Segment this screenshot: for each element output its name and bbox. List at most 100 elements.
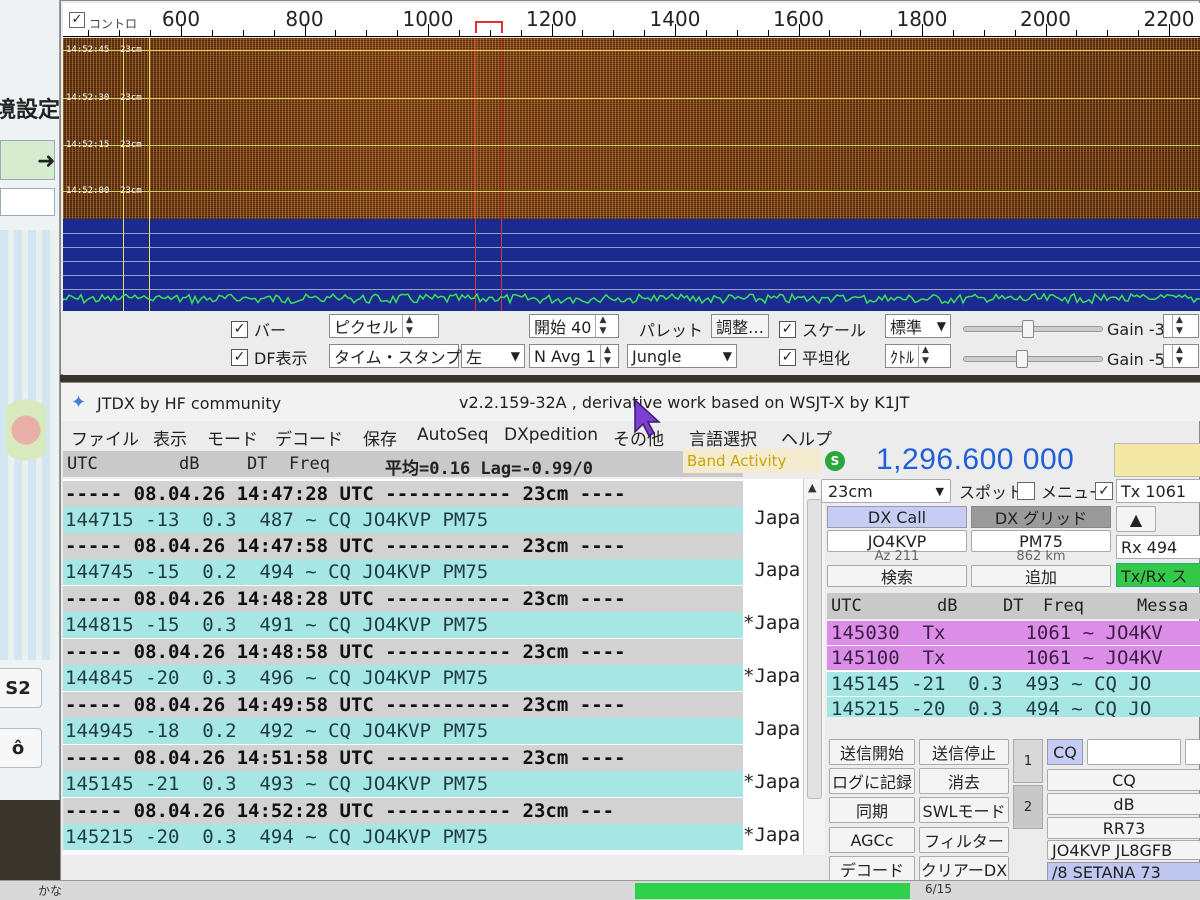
timestamp-label: 14:52:45 — [66, 45, 110, 55]
timestamp-select[interactable]: タイム・スタンプ — [329, 344, 461, 368]
spin-arrows-icon[interactable]: ▲ ▼ — [599, 345, 614, 367]
txrx-button[interactable]: Tx/Rx ス — [1116, 563, 1200, 587]
background-dropdown[interactable] — [0, 188, 55, 216]
decode-button[interactable]: デコード — [829, 856, 915, 882]
bar-toggle[interactable]: ✓ バー — [231, 317, 286, 341]
flatten-toggle[interactable]: ✓ 平坦化 — [779, 345, 850, 369]
log-qso-button[interactable]: ログに記録 — [829, 768, 915, 794]
waterfall-display[interactable]: 14:52:45 23cm 14:52:30 23cm 14:52:15 23c… — [63, 38, 1200, 219]
add-button[interactable]: 追加 — [971, 565, 1111, 587]
menu-help[interactable]: ヘルプ — [781, 425, 832, 450]
decode-row[interactable]: 144715 -13 0.3 487 ~ CQ JO4KVP PM75 — [63, 507, 743, 533]
background-button-a[interactable]: S2 — [0, 668, 42, 708]
spin-arrows-icon[interactable]: ▲ ▼ — [918, 345, 932, 367]
spectrum-display[interactable] — [63, 219, 1200, 311]
decode-row[interactable]: 144845 -20 0.3 496 ~ CQ JO4KVP PM75 — [63, 665, 743, 691]
tx-frequency-marker[interactable] — [475, 21, 503, 33]
tx-frequency-field[interactable]: Tx 1061 — [1116, 479, 1200, 503]
slider-handle[interactable] — [1022, 320, 1034, 338]
menu-file[interactable]: ファイル — [71, 425, 139, 450]
menu-autoseq[interactable]: AutoSeq — [417, 425, 489, 445]
ruler-tick-label: 800 — [285, 7, 324, 31]
navg-spinbox[interactable]: N Avg 1 ▲ ▼ — [529, 344, 619, 368]
spin-arrows-icon[interactable]: ▲ ▼ — [402, 315, 416, 337]
separator-row[interactable]: ----- 08.04.26 14:47:58 UTC ----------- … — [63, 533, 743, 559]
palette-select[interactable]: Jungle ▼ — [627, 344, 737, 368]
erase-button[interactable]: 消去 — [919, 768, 1009, 794]
menu-save[interactable]: 保存 — [363, 425, 397, 450]
scale-toggle[interactable]: ✓ スケール — [779, 317, 866, 341]
menu-decode[interactable]: デコード — [275, 425, 343, 450]
title-bar[interactable]: ✦ JTDX by HF community v2.2.159-32A , de… — [61, 383, 1200, 421]
separator-row[interactable]: ----- 08.04.26 14:49:58 UTC ----------- … — [63, 692, 743, 718]
extra-spinbox-2[interactable]: ▲ ▼ — [1163, 344, 1199, 368]
extra-spinbox-1[interactable]: ▲ ▼ — [1163, 314, 1199, 338]
tx-row[interactable]: 145100 Tx 1061 ~ JO4KV — [827, 646, 1200, 670]
spin-arrows-icon[interactable]: ▲ ▼ — [595, 315, 609, 337]
swl-mode-button[interactable]: SWLモード — [919, 797, 1009, 823]
tab-1[interactable]: 1 — [1013, 739, 1043, 783]
spin-arrows-icon[interactable]: ▲ ▼ — [1172, 315, 1186, 337]
gain-slider-2[interactable] — [963, 350, 1103, 368]
decode-row[interactable]: 145215 -20 0.3 494 ~ CQ JO4KVP PM75 — [63, 824, 743, 850]
decode-row[interactable]: 145215 -20 0.3 494 ~ CQ JO — [827, 697, 1200, 717]
background-input-box[interactable]: ➜ — [0, 140, 55, 180]
adjust-button[interactable]: 調整… — [711, 314, 769, 338]
spin-arrows-icon[interactable]: ▲ ▼ — [1172, 345, 1186, 367]
search-button[interactable]: 検索 — [827, 565, 967, 587]
decode-row[interactable]: 145145 -21 0.3 493 ~ CQ JO4KVP PM75 — [63, 771, 743, 797]
scale-select[interactable]: 標準 ▼ — [885, 314, 951, 338]
menu-checkbox[interactable]: ✓ — [1095, 482, 1113, 500]
separator-row[interactable]: ----- 08.04.26 14:52:28 UTC ----------- … — [63, 798, 743, 824]
menu-view[interactable]: 表示 — [153, 425, 187, 450]
menu-mode[interactable]: モード — [207, 425, 258, 450]
position-select[interactable]: 左 ▼ — [461, 344, 525, 368]
sync-button[interactable]: 同期 — [829, 797, 915, 823]
separator-row[interactable]: ----- 08.04.26 14:51:58 UTC ----------- … — [63, 745, 743, 771]
rx-frequency-field[interactable]: Rx 494 — [1116, 535, 1200, 559]
band-activity-scrollbar[interactable]: ▲ — [803, 479, 825, 855]
msg-free-text[interactable]: /8 SETANA 73 — [1047, 862, 1200, 882]
cq-message-input[interactable] — [1087, 739, 1181, 765]
msg-button-rr73[interactable]: RR73 — [1047, 817, 1200, 839]
menu-dxpedition[interactable]: DXpedition — [504, 425, 598, 445]
pixel-spinbox[interactable]: ピクセル ▲ ▼ — [329, 314, 439, 338]
freq-up-button[interactable]: ▲ — [1116, 506, 1156, 532]
separator-row[interactable]: ----- 08.04.26 14:48:28 UTC ----------- … — [63, 586, 743, 612]
decode-row[interactable]: 144745 -15 0.2 494 ~ CQ JO4KVP PM75 — [63, 559, 743, 585]
tab-2[interactable]: 2 — [1013, 785, 1043, 829]
scroll-up-icon[interactable]: ▲ — [808, 481, 816, 494]
flatten-value: ｸﾄﾙ — [890, 348, 915, 367]
agcc-button[interactable]: AGCc — [829, 827, 915, 853]
msg-button-db[interactable]: dB — [1047, 793, 1200, 815]
filter-button[interactable]: フィルター — [919, 827, 1009, 853]
tx-stop-button[interactable]: 送信停止 — [919, 739, 1009, 765]
band-select[interactable]: 23cm ▼ — [821, 479, 951, 503]
scroll-thumb[interactable] — [807, 499, 822, 799]
clear-dx-button[interactable]: クリアーDX — [919, 856, 1009, 882]
tx-start-button[interactable]: 送信開始 — [829, 739, 915, 765]
background-button-b[interactable]: ô — [0, 728, 42, 768]
gain-slider-1[interactable] — [963, 320, 1103, 338]
start-spinbox[interactable]: 開始 40 ▲ ▼ — [529, 314, 619, 338]
spot-checkbox[interactable] — [1017, 482, 1035, 500]
msg-button-73[interactable]: JO4KVP JL8GFB — [1047, 840, 1200, 860]
band-activity-list[interactable]: ----- 08.04.26 14:47:28 UTC ----------- … — [63, 479, 743, 855]
time-line — [63, 50, 1200, 51]
separator-row[interactable]: ----- 08.04.26 14:47:28 UTC ----------- … — [63, 481, 743, 507]
flatten-select[interactable]: ｸﾄﾙ ▲ ▼ — [885, 344, 951, 368]
msg-button-cq[interactable]: CQ — [1047, 769, 1200, 791]
frequency-ruler[interactable]: ✓ コントロ 600 800 1000 1200 1400 1600 1800 2000 220… — [63, 3, 1200, 37]
menu-language[interactable]: 言語選択 — [689, 425, 757, 450]
decode-row[interactable]: 144945 -18 0.2 492 ~ CQ JO4KVP PM75 — [63, 718, 743, 744]
tx-row[interactable]: 145030 Tx 1061 ~ JO4KV — [827, 621, 1200, 645]
decode-row[interactable]: 145145 -21 0.3 493 ~ CQ JO — [827, 672, 1200, 696]
df-toggle[interactable]: ✓ DF表示 — [231, 345, 308, 369]
ruler-checkbox[interactable]: ✓ — [69, 12, 85, 28]
separator-row[interactable]: ----- 08.04.26 14:48:58 UTC ----------- … — [63, 639, 743, 665]
slider-handle[interactable] — [1016, 350, 1028, 368]
taskbar: かな 6/15 — [0, 880, 1200, 900]
rx-frequency-list[interactable]: 145030 Tx 1061 ~ JO4KV 145100 Tx 1061 ~ … — [827, 621, 1200, 717]
cq-option[interactable] — [1185, 739, 1200, 765]
decode-row[interactable]: 144815 -15 0.3 491 ~ CQ JO4KVP PM75 — [63, 612, 743, 638]
